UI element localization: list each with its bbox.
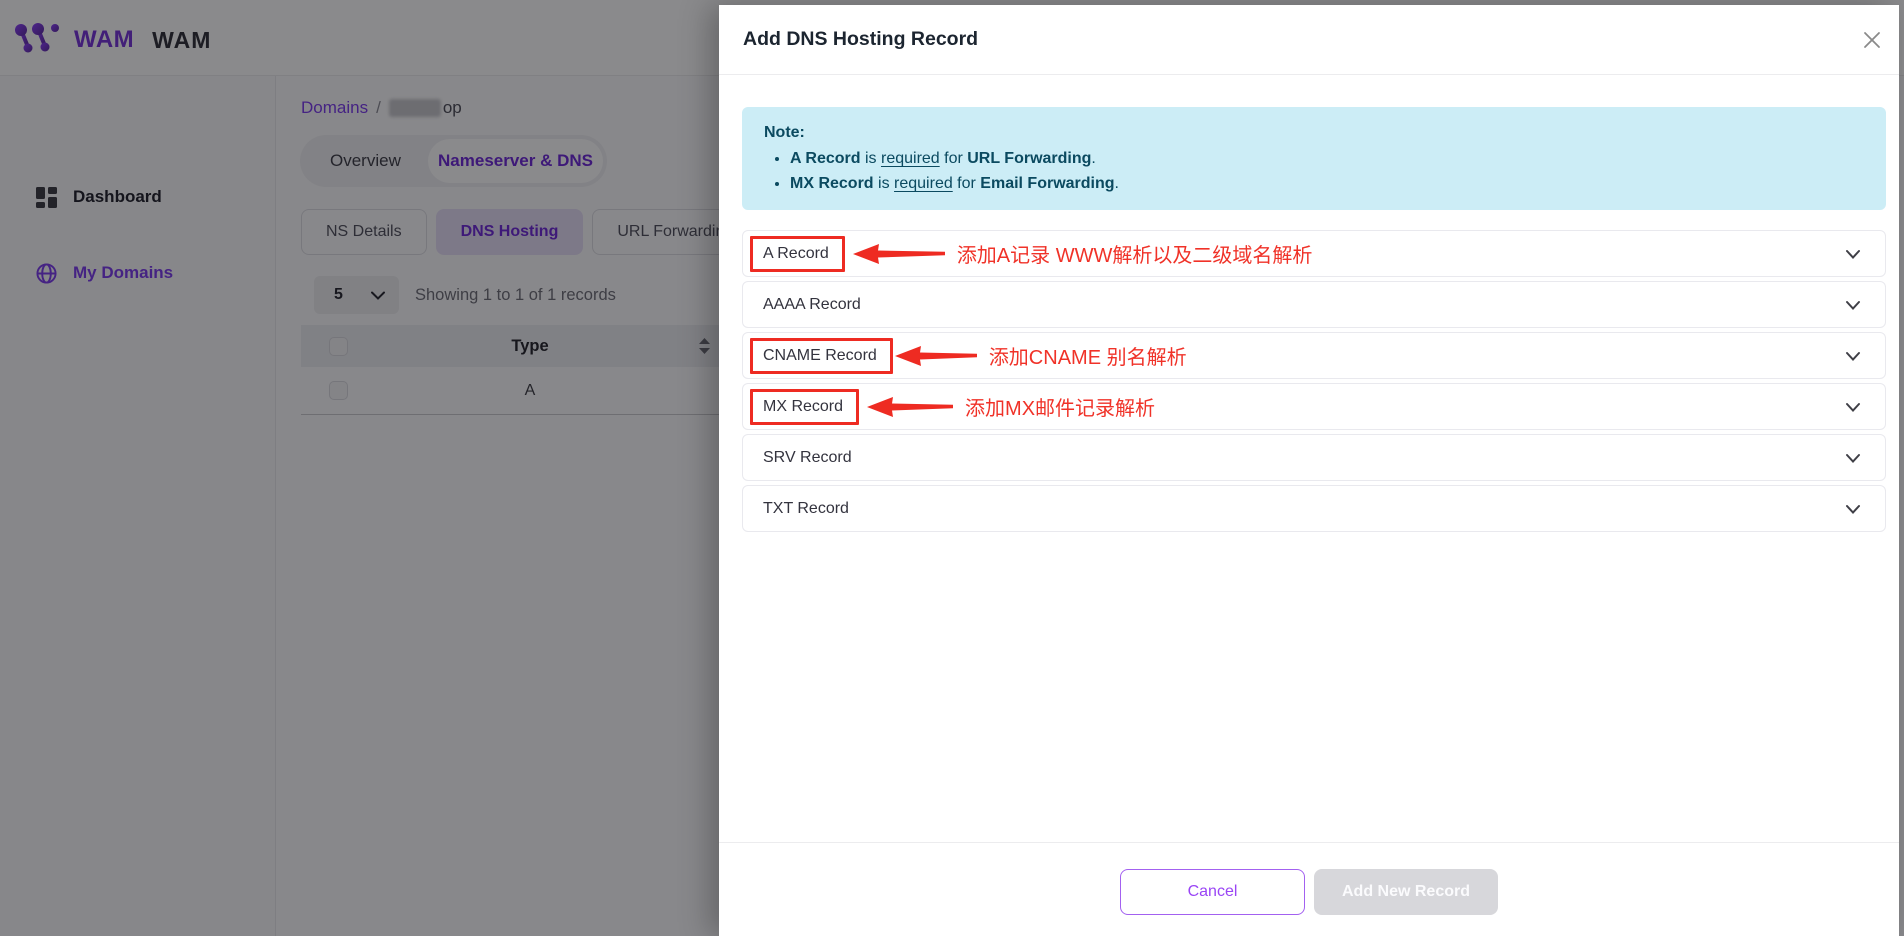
modal-header: Add DNS Hosting Record bbox=[719, 5, 1899, 75]
modal-footer: Cancel Add New Record bbox=[719, 842, 1899, 936]
note-item: A Record is required for URL Forwarding. bbox=[790, 146, 1864, 171]
annotation-text: 添加CNAME 别名解析 bbox=[989, 341, 1187, 370]
close-button[interactable] bbox=[1859, 27, 1885, 53]
accordion-item-cname-record[interactable]: CNAME Record 添加CNAME 别名解析 bbox=[742, 332, 1886, 379]
annotation-text: 添加A记录 WWW解析以及二级域名解析 bbox=[957, 239, 1313, 268]
accordion-item-mx-record[interactable]: MX Record 添加MX邮件记录解析 bbox=[742, 383, 1886, 430]
chevron-down-icon bbox=[1843, 244, 1863, 264]
accordion-label: A Record bbox=[750, 236, 845, 272]
modal-title: Add DNS Hosting Record bbox=[743, 28, 978, 51]
accordion-label: MX Record bbox=[750, 389, 859, 425]
add-dns-record-modal: Add DNS Hosting Record Note: A Record is… bbox=[719, 5, 1899, 936]
chevron-down-icon bbox=[1843, 295, 1863, 315]
add-new-record-button[interactable]: Add New Record bbox=[1314, 869, 1498, 915]
info-note: Note: A Record is required for URL Forwa… bbox=[742, 107, 1886, 210]
chevron-down-icon bbox=[1843, 346, 1863, 366]
note-heading: Note: bbox=[764, 120, 1864, 145]
accordion-item-a-record[interactable]: A Record 添加A记录 WWW解析以及二级域名解析 bbox=[742, 230, 1886, 277]
close-icon bbox=[1862, 30, 1882, 50]
annotation-arrow-icon bbox=[893, 343, 979, 369]
annotation-text: 添加MX邮件记录解析 bbox=[965, 392, 1155, 421]
chevron-down-icon bbox=[1843, 397, 1863, 417]
note-item: MX Record is required for Email Forwardi… bbox=[790, 171, 1864, 196]
modal-body: Note: A Record is required for URL Forwa… bbox=[719, 75, 1899, 842]
annotation-arrow-icon bbox=[865, 394, 955, 420]
accordion-item-srv-record[interactable]: SRV Record bbox=[742, 434, 1886, 481]
record-type-accordion: A Record 添加A记录 WWW解析以及二级域名解析 AAAA Record… bbox=[742, 230, 1886, 532]
accordion-label: CNAME Record bbox=[750, 338, 893, 374]
accordion-label: AAAA Record bbox=[763, 296, 861, 314]
accordion-label: SRV Record bbox=[763, 449, 852, 467]
cancel-button[interactable]: Cancel bbox=[1120, 869, 1305, 915]
accordion-item-txt-record[interactable]: TXT Record bbox=[742, 485, 1886, 532]
accordion-label: TXT Record bbox=[763, 500, 849, 518]
annotation-arrow-icon bbox=[851, 241, 947, 267]
chevron-down-icon bbox=[1843, 448, 1863, 468]
screenshot-root: WAM WAM Dashboard My Domains Domains bbox=[0, 0, 1904, 936]
accordion-item-aaaa-record[interactable]: AAAA Record bbox=[742, 281, 1886, 328]
chevron-down-icon bbox=[1843, 499, 1863, 519]
note-list: A Record is required for URL Forwarding.… bbox=[790, 146, 1864, 196]
